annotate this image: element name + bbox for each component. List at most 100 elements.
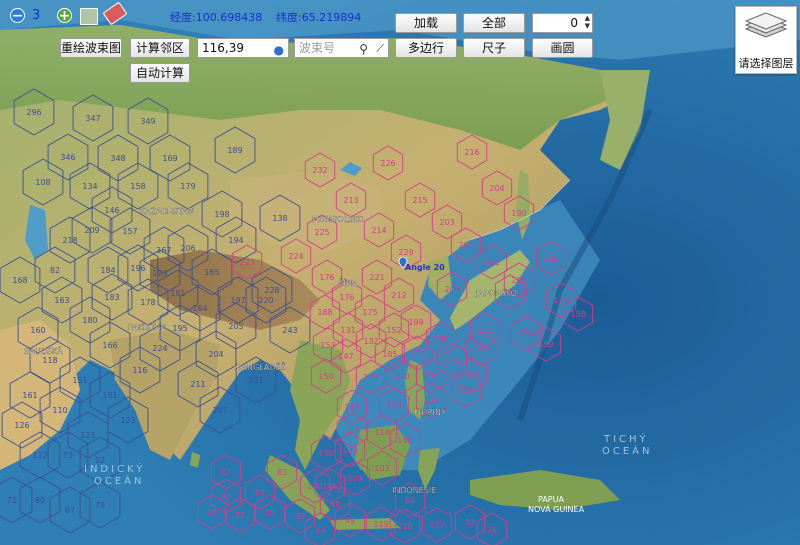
value-spinner[interactable]: 0 ▲ ▼ [532,13,593,33]
pink-beam-cell-label: 176 [339,293,354,302]
pink-beam-cell-label: 155 [458,386,473,395]
pink-beam-cell-label: 38 [207,508,217,517]
search-icon[interactable]: ⚲ [359,40,368,58]
blue-beam-cell-label: 347 [85,114,100,123]
locate-pin-icon[interactable]: ● [274,41,284,59]
pink-beam-cell-label: 119 [373,520,388,529]
pink-beam-cell-label: 170 [394,372,409,381]
blue-beam-cell-label: 196 [130,264,145,273]
blue-beam-cell-label: 184 [100,266,115,275]
redraw-beam-button[interactable]: 重绘波束图 [60,38,122,58]
pink-beam-cell-label: 176 [319,273,334,282]
coordinate-input-field[interactable] [202,41,272,55]
map-canvas[interactable]: 296347 349189346 348 169108 134 158 1791461571… [0,0,800,545]
pink-beam-cell-label: 33 [465,518,475,527]
pink-beam-cell-label: 157 [473,345,488,354]
blue-beam-cell-label: 112 [32,451,47,460]
pink-beam-cell-label: 212 [391,291,406,300]
blue-beam-cell-label: 179 [180,182,195,191]
place-kazachstan: KAZACHSTAN [140,207,194,216]
place-ocean-pacific: OCEÁN [602,444,653,457]
blue-beam-cell-label: 346 [60,153,75,162]
load-button[interactable]: 加载 [395,13,457,33]
pink-beam-cell-label: 139 [342,446,357,455]
blue-beam-cell-label: 198 [214,210,229,219]
pink-beam-cell-label: 172 [444,356,459,365]
pink-beam-cell-label: 203 [439,218,454,227]
ruler-button[interactable]: 尺子 [463,38,525,58]
pink-beam-cell-label: 185 [382,350,397,359]
pink-beam-cell-label: 117 [363,373,378,382]
blue-beam-cell-label: 231 [248,376,263,385]
place-japonsko: JAPONSKO [475,289,517,298]
polygon-button[interactable]: 多边行 [395,38,457,58]
blue-beam-cell-label: 110 [52,406,67,415]
beam-number-input[interactable] [299,41,354,55]
pink-beam-cell-label: 140 [318,449,333,458]
place-pakistan: PAKISTAN [128,323,166,332]
pink-beam-cell-label: 131 [340,326,355,335]
pink-beam-cell-label: 159 [538,340,553,349]
place-mongolsko: MONGOLSKO [312,215,364,224]
coordinate-input[interactable]: ● [197,38,289,58]
all-button[interactable]: 全部 [463,13,525,33]
spinner-arrows-icon[interactable]: ▲ ▼ [585,14,590,30]
pink-beam-cell-label: 135 [464,371,479,380]
pink-beam-cell-label: 83 [277,468,287,477]
blue-beam-cell-label: 228 [264,286,279,295]
pink-beam-cell-label: 148 [397,436,412,445]
blue-beam-cell-label: 296 [26,108,41,117]
blue-beam-cell-label: 71 [7,496,17,505]
beam-search-box[interactable]: ⚲ ⟋ [294,38,389,58]
place-indicky: INDICKÝ [84,462,145,475]
pink-beam-cell-label: 175 [362,308,377,317]
pink-beam-cell-label: 204 [489,184,504,193]
pink-beam-cell-label: 214 [371,226,386,235]
pink-beam-cell-label: 149 [344,403,359,412]
blue-beam-cell-label: 195 [172,324,187,333]
blue-beam-cell-label: 134 [82,182,97,191]
zoom-level: 3 [32,8,41,23]
calc-neighbor-button[interactable]: 计算邻区 [130,38,190,58]
layer-toggle-icon[interactable] [80,8,98,25]
pink-beam-cell-label: 224 [288,252,303,261]
blue-beam-cell-label: 191 [102,391,117,400]
place-bangladesh: BANGLADÉŠ [236,361,286,372]
blue-beam-cell-label: 146 [104,206,119,215]
blue-beam-cell-label: 204 [208,350,223,359]
blue-beam-cell-label: 158 [130,182,145,191]
route-icon[interactable]: ⟋ [376,40,384,58]
auto-calc-button[interactable]: 自动计算 [130,63,190,83]
pink-beam-cell-label: 199 [408,318,423,327]
blue-beam-cell-label: 178 [140,298,155,307]
zoom-out-icon[interactable]: − [10,8,25,23]
pink-beam-cell-label: 215 [412,196,427,205]
place-papua: PAPUA [538,495,564,504]
pink-beam-cell-label: 171 [409,349,424,358]
pink-beam-cell-label: 97 [221,468,231,477]
pink-beam-cell-label: 221 [369,273,384,282]
pink-beam-cell-label: 159 [423,396,438,405]
pink-beam-cell-label: 229 [398,248,413,257]
place-cina: ČÍNA [338,277,358,288]
circle-button[interactable]: 画圆 [532,38,593,58]
pink-beam-cell-label: 39 [295,512,305,521]
blue-beam-cell-label: 80 [35,496,45,505]
pink-beam-cell-label: 202 [458,241,473,250]
pink-beam-cell-label: 37 [235,511,245,520]
blue-beam-cell-label: 163 [54,296,69,305]
pink-beam-cell-label: 188 [317,308,332,317]
pink-beam-cell-label: 118 [397,522,412,531]
pink-beam-cell-label: 156 [423,371,438,380]
blue-beam-cell-label: 164 [192,304,207,313]
blue-beam-cell-label: 209 [84,226,99,235]
layer-panel[interactable]: 请选择图层 [735,6,797,74]
pink-beam-cell-label: 216 [464,148,479,157]
blue-beam-cell-label: 197 [230,296,245,305]
zoom-in-icon[interactable]: + [57,8,72,23]
blue-beam-cell-label: 218 [62,236,77,245]
pink-beam-cell-label: 173 [477,326,492,335]
blue-beam-cell-label: 151 [72,376,87,385]
latitude-readout: 纬度:65.219894 [276,11,362,24]
pink-beam-cell-label: 152 [386,326,401,335]
